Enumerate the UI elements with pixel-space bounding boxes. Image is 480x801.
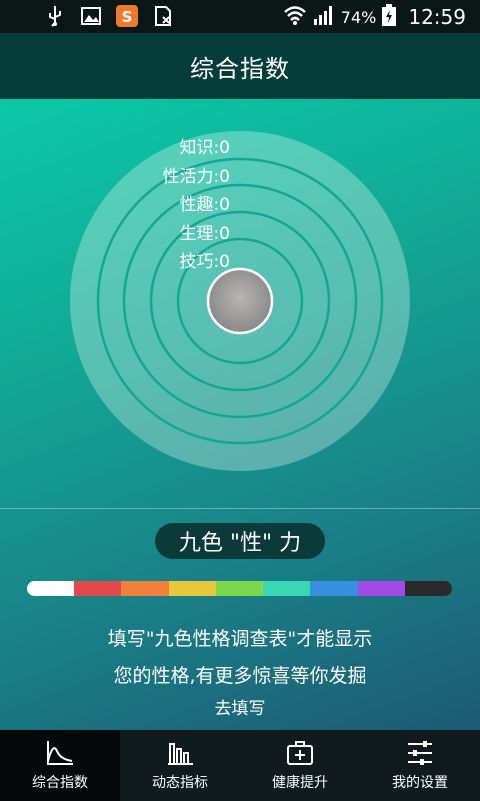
- sogou-input-icon: S: [116, 5, 138, 27]
- notification-icons: S: [44, 5, 174, 27]
- sliders-icon: [408, 741, 432, 765]
- nav-label: 我的设置: [392, 775, 448, 791]
- medical-kit-icon: [287, 741, 313, 765]
- main-content: 知识:0 性活力:0 性趣:0 生理:0 技巧:0 九色 "性" 力 填写"九色…: [0, 99, 480, 730]
- color-segment: [310, 581, 358, 596]
- nav-label: 健康提升: [272, 775, 328, 791]
- score-vitality: 性活力:0: [162, 166, 230, 187]
- image-icon: [80, 5, 102, 27]
- page-title: 综合指数: [190, 54, 290, 83]
- color-segment: [121, 581, 169, 596]
- color-segment: [215, 581, 264, 596]
- score-knowledge: 知识:0: [179, 138, 230, 158]
- score-physiology: 生理:0: [179, 223, 230, 244]
- color-segment: [27, 581, 75, 596]
- score-skill: 技巧:0: [179, 252, 230, 272]
- score-rings: [70, 131, 410, 471]
- signal-icon: [313, 5, 335, 29]
- battery-charging-icon: [382, 4, 397, 30]
- area-chart-icon: [47, 741, 73, 765]
- svg-text:S: S: [122, 8, 133, 26]
- nav-label: 动态指标: [152, 775, 208, 791]
- nav-item-dynamics[interactable]: 动态指标: [120, 730, 240, 801]
- nav-label: 综合指数: [32, 775, 88, 791]
- bar-chart-icon: [168, 743, 193, 765]
- nav-item-overview[interactable]: 综合指数: [0, 730, 120, 801]
- sim-card-icon: [152, 5, 174, 27]
- clock: 12:59: [408, 5, 466, 29]
- color-segment: [357, 581, 405, 596]
- nav-item-health[interactable]: 健康提升: [240, 730, 360, 801]
- system-status: 74% 12:59: [283, 4, 466, 30]
- app-header: 综合指数: [0, 33, 480, 99]
- prompt-line-2: 您的性格,有更多惊喜等你发掘: [113, 665, 367, 687]
- nav-item-settings[interactable]: 我的设置: [360, 730, 480, 801]
- score-list: 知识:0 性活力:0 性趣:0 生理:0 技巧:0: [150, 134, 230, 277]
- nine-color-bar: [27, 581, 452, 596]
- center-orb[interactable]: [206, 267, 274, 335]
- status-bar: S 74% 12:59: [0, 0, 480, 33]
- section-divider: [0, 508, 480, 509]
- bottom-nav: 综合指数 动态指标 健康提升 我的设置: [0, 730, 480, 801]
- nine-color-badge: 九色 "性" 力: [155, 523, 325, 559]
- color-segment: [74, 581, 122, 596]
- prompt-line-1: 填写"九色性格调查表"才能显示: [107, 628, 373, 650]
- fill-survey-link[interactable]: 去填写: [0, 694, 480, 719]
- color-segment: [168, 581, 216, 596]
- wifi-icon: [283, 5, 307, 29]
- battery-percent: 74%: [340, 7, 377, 27]
- score-interest: 性趣:0: [179, 195, 230, 215]
- color-segment: [263, 581, 311, 596]
- survey-prompt: 填写"九色性格调查表"才能显示 您的性格,有更多惊喜等你发掘: [0, 621, 480, 695]
- usb-icon: [44, 5, 66, 27]
- color-segment: [404, 581, 452, 596]
